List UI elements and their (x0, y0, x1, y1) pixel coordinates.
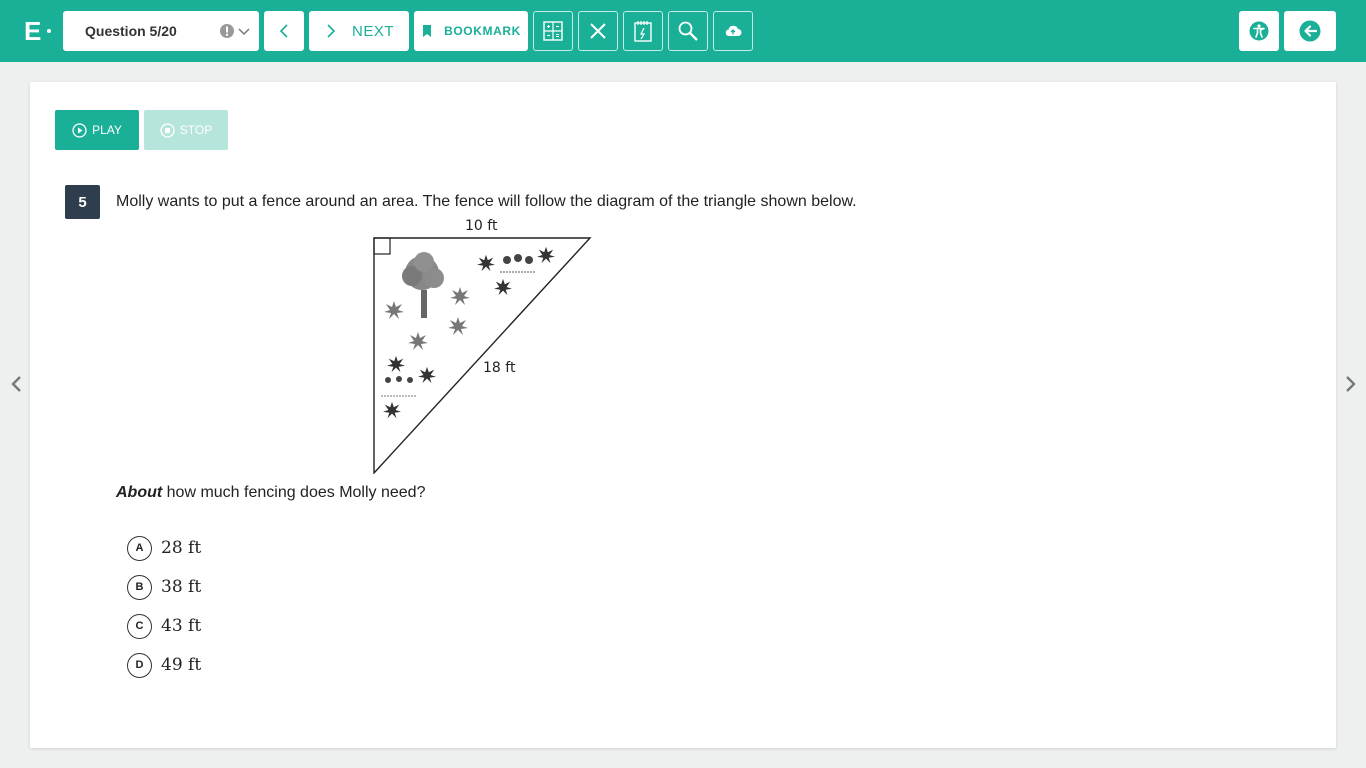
choice-d[interactable]: D 49 ft (127, 652, 201, 678)
accessibility-button[interactable] (1239, 11, 1279, 51)
choice-answer: 49 ft (161, 655, 202, 675)
previous-button[interactable] (264, 11, 304, 51)
stop-label: STOP (179, 123, 213, 137)
calculator-icon (543, 21, 563, 41)
cloud-upload-icon (725, 25, 742, 36)
warning-icon (220, 24, 234, 38)
choice-letter: A (127, 535, 152, 561)
exit-button[interactable] (1284, 11, 1336, 51)
question-select[interactable]: Question 5/20 (63, 11, 259, 51)
question-text: Molly wants to put a fence around an are… (116, 193, 857, 210)
choice-a[interactable]: A 28 ft (127, 535, 201, 561)
notepad-icon (634, 21, 652, 42)
question-number-badge: 5 (65, 185, 100, 219)
next-arrow-icon (327, 24, 336, 38)
prompt-rest: how much fencing does Molly need? (162, 484, 426, 501)
eliminate-icon (590, 23, 606, 39)
bookmark-icon (423, 25, 432, 37)
accessibility-icon (1249, 21, 1269, 41)
bookmark-label: BOOKMARK (444, 24, 521, 38)
play-button[interactable]: PLAY (55, 110, 139, 150)
question-select-label: Question 5/20 (85, 23, 177, 39)
next-button[interactable]: NEXT (309, 11, 409, 51)
choice-answer: 43 ft (161, 616, 202, 636)
prompt-emphasis: About (116, 484, 163, 501)
app-logo: E (24, 14, 56, 48)
next-page-arrow-icon[interactable] (1344, 374, 1358, 394)
choice-answer: 28 ft (161, 538, 202, 558)
notepad-button[interactable] (623, 11, 663, 51)
question-prompt: About how much fencing does Molly need? (116, 484, 425, 502)
choice-letter: B (127, 574, 152, 600)
magnifier-icon (678, 21, 698, 41)
chevron-down-icon (238, 28, 250, 36)
question-card: PLAY STOP 5 Molly wants to put a fence a… (30, 82, 1336, 748)
stop-button: STOP (144, 110, 228, 150)
magnifier-button[interactable] (668, 11, 708, 51)
back-arrow-icon (279, 24, 288, 38)
calculator-button[interactable] (533, 11, 573, 51)
play-label: PLAY (92, 123, 122, 137)
exit-icon (1299, 20, 1321, 42)
choice-answer: 38 ft (161, 577, 202, 597)
top-toolbar: E Question 5/20 NEXT BOOKMARK (0, 0, 1366, 62)
bookmark-button[interactable]: BOOKMARK (414, 11, 528, 51)
next-label: NEXT (351, 22, 394, 40)
choice-letter: D (127, 652, 152, 678)
choice-b[interactable]: B 38 ft (127, 574, 201, 600)
previous-page-arrow-icon[interactable] (9, 374, 23, 394)
choice-c[interactable]: C 43 ft (127, 613, 201, 639)
choice-letter: C (127, 613, 152, 639)
save-cloud-button[interactable] (713, 11, 753, 51)
stop-icon (160, 122, 175, 138)
eliminate-button[interactable] (578, 11, 618, 51)
triangle-garden-figure (373, 237, 592, 474)
play-icon (72, 122, 87, 138)
